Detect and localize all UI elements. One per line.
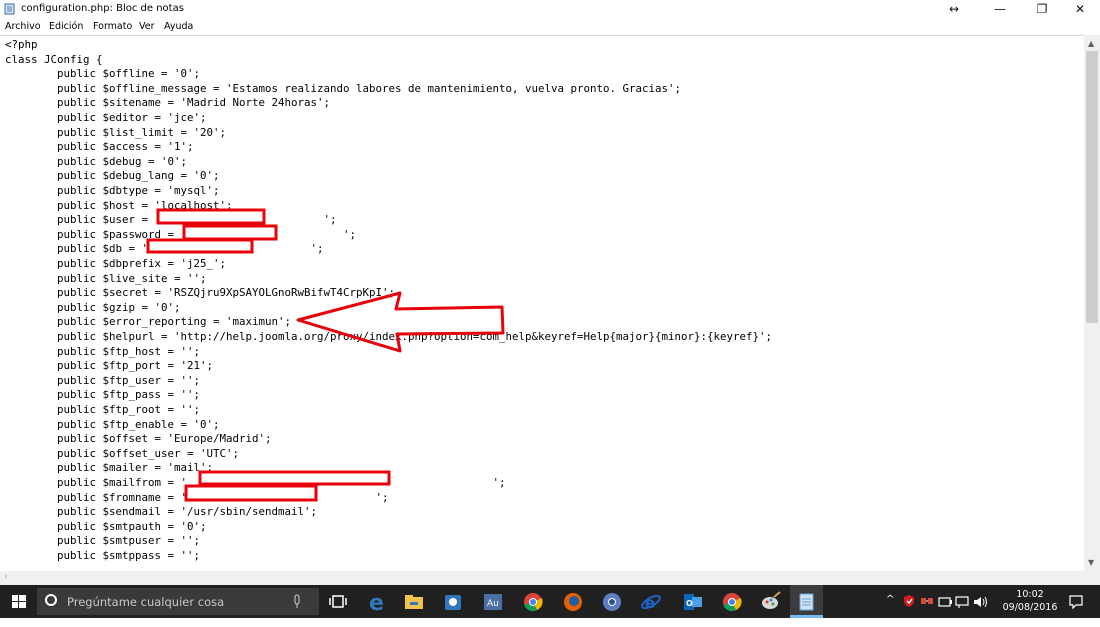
menu-edicion[interactable]: Edición [49, 20, 83, 33]
code-line: public $user = ' '; [5, 213, 337, 227]
taskbar: Pregúntame cualquier cosa e Au e O ^ 10:… [0, 585, 1100, 618]
notepad-taskbar-button[interactable] [790, 585, 823, 618]
notification-icon[interactable] [1068, 594, 1084, 610]
code-line: public $mailer = 'mail'; [5, 461, 214, 475]
search-box[interactable]: Pregúntame cualquier cosa [37, 588, 319, 615]
code-line: public $password = ' '; [5, 227, 357, 241]
paint-icon[interactable] [758, 589, 784, 615]
svg-text:e: e [369, 591, 384, 615]
code-line: public $offset = 'Europe/Madrid'; [5, 432, 272, 446]
code-line: public $sendmail = '/usr/sbin/sendmail'; [5, 505, 318, 519]
svg-text:e: e [645, 594, 655, 612]
notepad-icon [4, 3, 15, 15]
code-line: class JConfig { [5, 52, 103, 66]
code-line: public $mailfrom = ' '; [5, 476, 506, 489]
outlook-icon[interactable]: O [680, 589, 706, 615]
code-line: public $ftp_port = '21'; [5, 359, 214, 373]
code-line: public $db = ' '; [5, 242, 324, 256]
clock-date: 09/08/2016 [1002, 602, 1058, 613]
cortana-circle-icon [45, 594, 57, 606]
code-line: public $editor = 'jce'; [5, 111, 207, 124]
chrome-alt-icon[interactable] [599, 589, 625, 615]
code-line: public $ftp_user = ''; [5, 373, 201, 387]
clock[interactable]: 10:02 09/08/2016 [1000, 588, 1060, 614]
svg-text:O: O [686, 599, 693, 608]
search-placeholder: Pregúntame cualquier cosa [67, 595, 225, 609]
code-line: public $smtpuser = ''; [5, 534, 201, 548]
maximize-button[interactable]: ❐ [1026, 0, 1058, 19]
code-line: public $sitename = 'Madrid Norte 24horas… [5, 96, 331, 110]
code-line: <?php [5, 38, 38, 51]
shield-icon[interactable] [902, 594, 916, 608]
window-title: configuration.php: Bloc de notas [21, 3, 184, 14]
code-line: public $debug = '0'; [5, 154, 188, 168]
code-line: public $fromname = ' '; [5, 490, 389, 504]
code-line: public $debug_lang = '0'; [5, 169, 220, 183]
task-view-icon[interactable] [325, 589, 351, 615]
menu-bar: Archivo Edición Formato Ver Ayuda [0, 19, 1100, 34]
minimize-button[interactable]: — [984, 0, 1016, 19]
battery-icon[interactable] [938, 595, 952, 609]
code-line: public $secret = 'RSZQjru9XpSAYOLGnoRwBi… [5, 286, 396, 300]
edge-icon[interactable]: e [364, 589, 390, 615]
microphone-icon[interactable] [291, 593, 303, 611]
file-explorer-icon[interactable] [401, 589, 427, 615]
code-line: public $ftp_pass = ''; [5, 388, 201, 402]
menu-archivo[interactable]: Archivo [5, 20, 41, 33]
au-app-icon[interactable]: Au [480, 589, 506, 615]
menu-formato[interactable]: Formato [93, 20, 132, 33]
scroll-down-icon[interactable]: ▼ [1088, 558, 1094, 567]
notepad-taskbar-icon [799, 593, 814, 611]
code-line: public $ftp_root = ''; [5, 403, 201, 416]
code-line: public $offset_user = 'UTC'; [5, 446, 240, 460]
code-line: public $helpurl = 'http://help.joomla.or… [5, 330, 773, 343]
scroll-up-icon[interactable]: ▲ [1088, 39, 1094, 48]
horizontal-scrollbar[interactable]: ‹ [0, 571, 1100, 585]
windows-start-icon[interactable] [0, 585, 37, 618]
store-icon[interactable] [440, 589, 466, 615]
code-line: public $smtpauth = '0'; [5, 519, 207, 533]
chevron-up-icon[interactable]: ^ [886, 594, 894, 627]
code-line: public $live_site = ''; [5, 271, 207, 285]
svg-text:Au: Au [487, 599, 499, 609]
code-line: public $host = 'localhost'; [5, 198, 233, 212]
chrome-2-icon[interactable] [719, 589, 745, 615]
code-line: public $access = '1'; [5, 140, 194, 154]
code-line: public $offline_message = 'Estamos reali… [5, 81, 682, 95]
ie-icon[interactable]: e [638, 589, 664, 615]
close-button[interactable]: ✕ [1064, 0, 1096, 19]
code-line: public $gzip = '0'; [5, 300, 181, 314]
chrome-icon[interactable] [520, 589, 546, 615]
firefox-icon[interactable] [560, 589, 586, 615]
chat-icon[interactable] [955, 595, 969, 609]
code-line: public $ftp_host = ''; [5, 344, 201, 358]
code-line: public $smtppass = ''; [5, 549, 201, 562]
title-bar: configuration.php: Bloc de notas ↔ — ❐ ✕ [0, 0, 1100, 19]
menu-ayuda[interactable]: Ayuda [164, 20, 193, 33]
resize-icon[interactable]: ↔ [938, 0, 970, 19]
clock-time: 10:02 [1016, 589, 1044, 600]
code-line: public $dbtype = 'mysql'; [5, 184, 220, 197]
scroll-thumb[interactable] [1086, 51, 1098, 323]
text-editor[interactable]: <?php class JConfig { public $offline = '… [0, 35, 1084, 572]
volume-icon[interactable] [972, 595, 988, 609]
code-line: public $dbprefix = 'j25_'; [5, 257, 227, 270]
code-line: public $error_reporting = 'maximun'; [5, 315, 292, 329]
menu-ver[interactable]: Ver [139, 20, 155, 33]
code-line: public $list_limit = '20'; [5, 125, 227, 139]
network-icon[interactable] [920, 594, 934, 608]
vertical-scrollbar[interactable]: ▲ ▼ [1084, 35, 1100, 571]
scroll-left-icon[interactable]: ‹ [4, 572, 8, 582]
code-line: public $ftp_enable = '0'; [5, 417, 220, 431]
code-line: public $offline = '0'; [5, 67, 201, 81]
